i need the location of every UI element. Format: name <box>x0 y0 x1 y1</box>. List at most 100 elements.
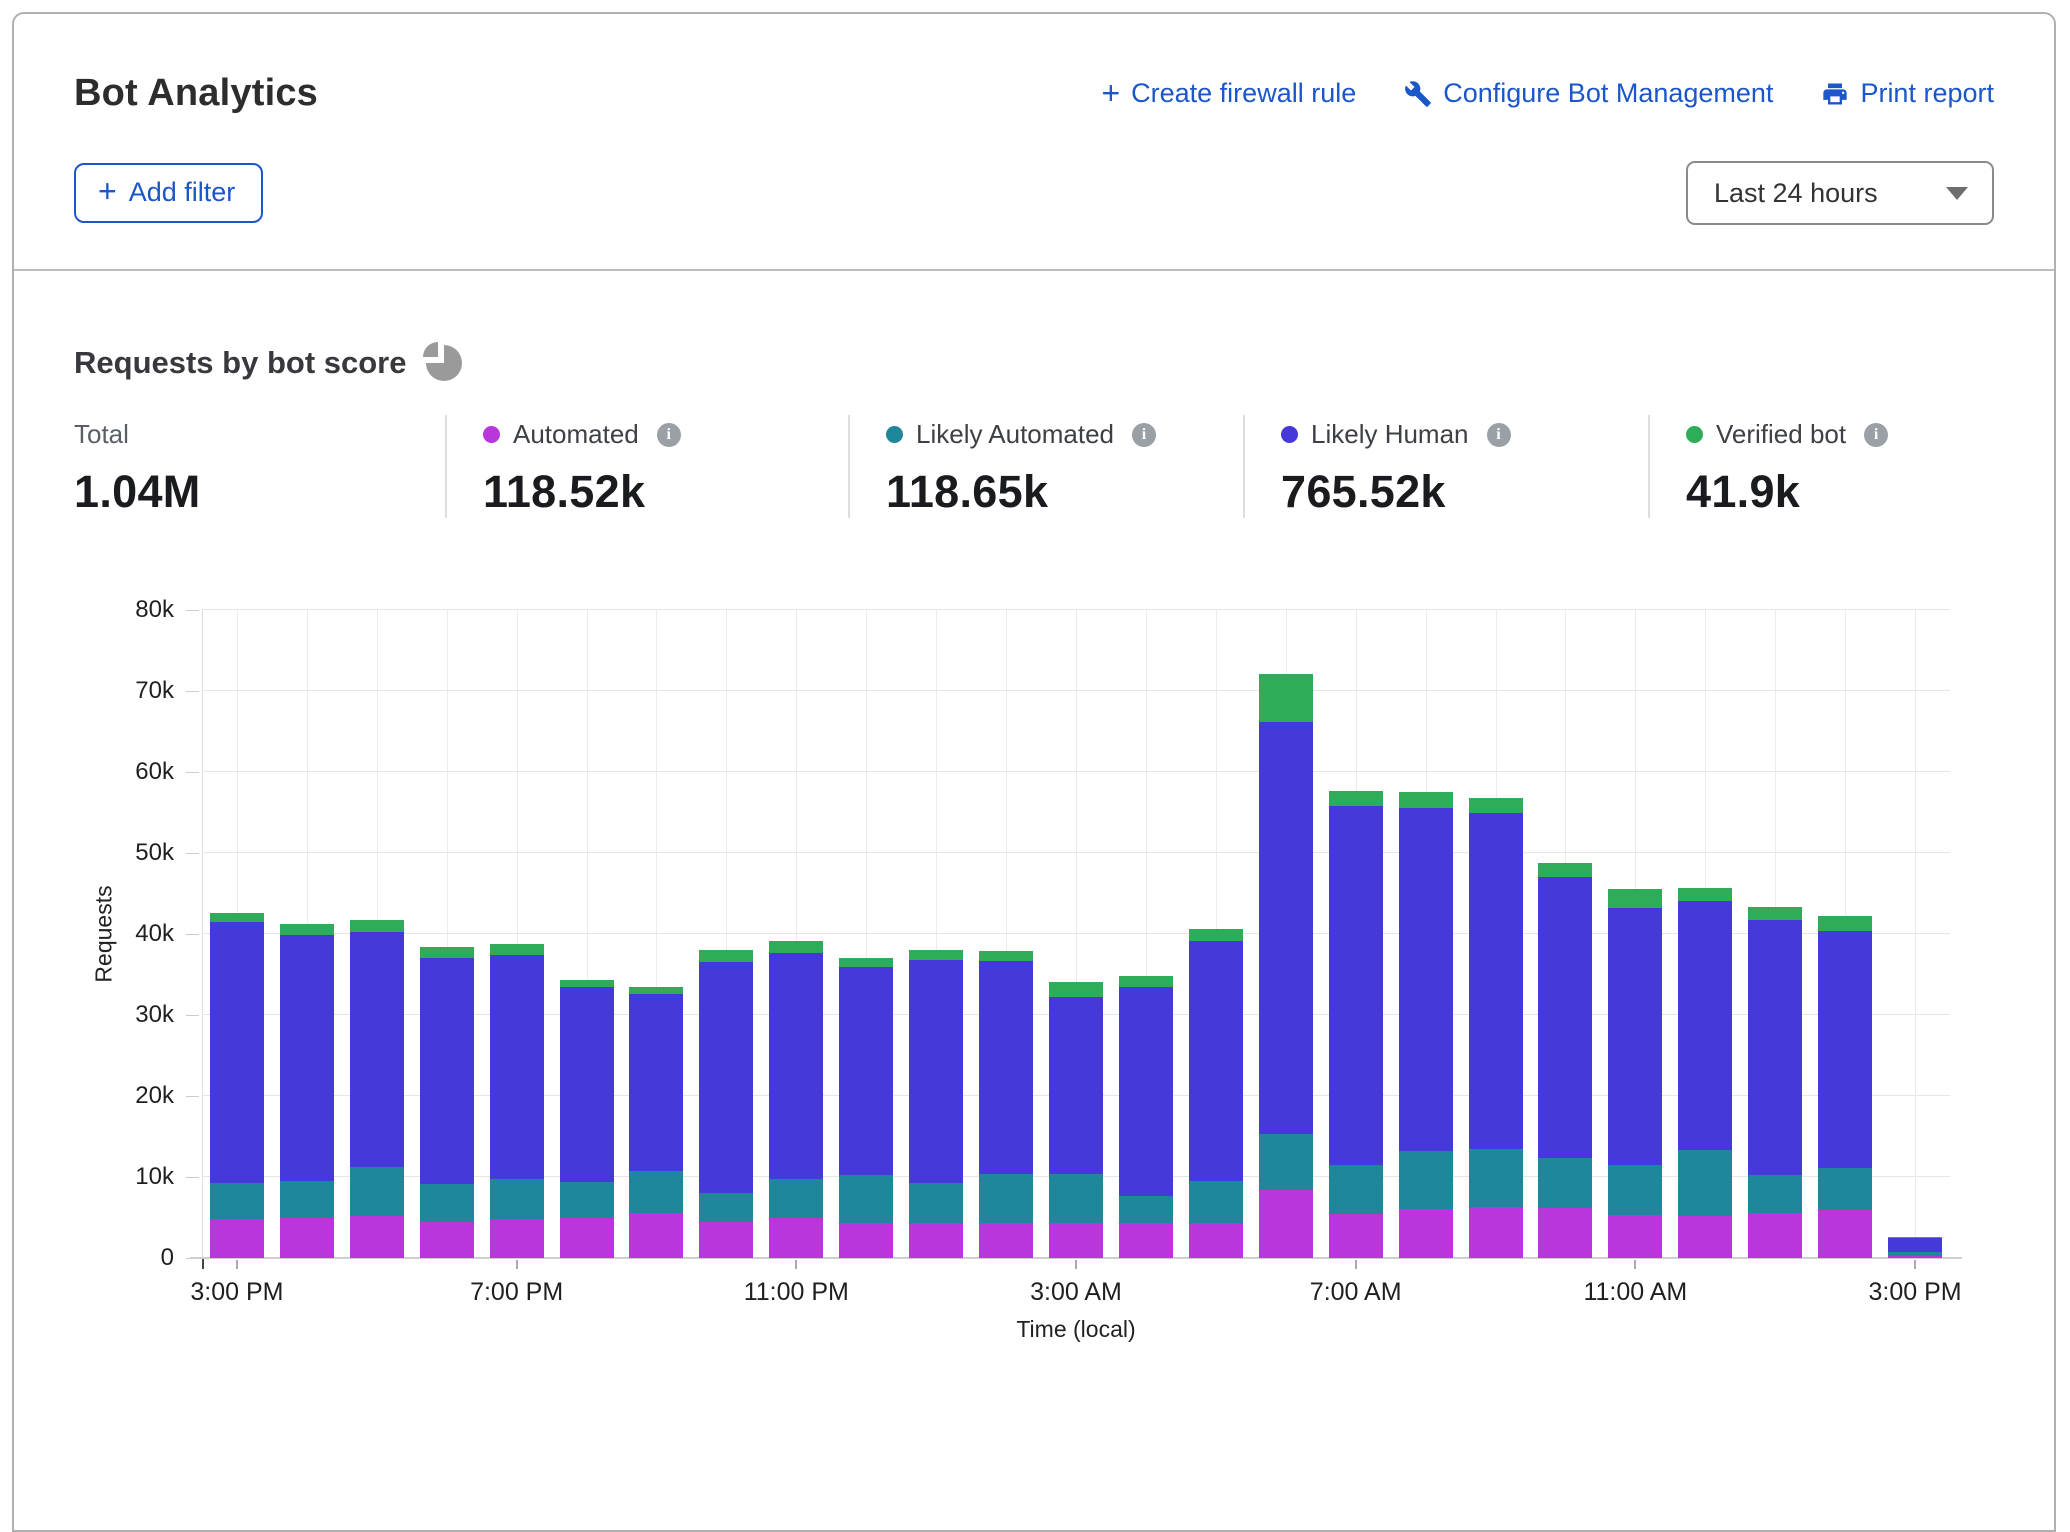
stat-value: 118.65k <box>886 466 1243 518</box>
bar-segment-verified-bot <box>769 941 823 952</box>
stacked-bar[interactable] <box>1748 907 1802 1258</box>
bar-segment-likely-automated <box>839 1175 893 1223</box>
bar-segment-automated <box>1538 1208 1592 1258</box>
bar-segment-likely-automated <box>629 1171 683 1213</box>
stacked-bar[interactable] <box>1678 888 1732 1258</box>
x-tick-mark <box>1914 1260 1916 1269</box>
stacked-bar[interactable] <box>490 944 544 1258</box>
action-label: Create firewall rule <box>1131 78 1356 109</box>
bar-segment-automated <box>839 1223 893 1258</box>
bar-segment-verified-bot <box>1678 888 1732 901</box>
stacked-bar[interactable] <box>210 913 264 1258</box>
stacked-bar[interactable] <box>1329 791 1383 1258</box>
info-icon[interactable]: i <box>1487 423 1511 447</box>
y-tick-label: 0 <box>84 1244 174 1272</box>
stacked-bar[interactable] <box>1538 863 1592 1258</box>
bar-segment-likely-human <box>699 962 753 1194</box>
stat-label: Automated <box>513 419 639 450</box>
stacked-bar[interactable] <box>909 950 963 1258</box>
bar-segment-verified-bot <box>280 924 334 935</box>
plus-icon: + <box>1101 77 1120 109</box>
bar-segment-likely-automated <box>210 1183 264 1219</box>
stacked-bar[interactable] <box>560 980 614 1258</box>
stacked-bar[interactable] <box>839 958 893 1258</box>
pie-chart-icon <box>426 345 462 381</box>
likely-automated-dot-icon <box>886 426 903 443</box>
bar-segment-likely-human <box>1119 987 1173 1195</box>
stacked-bar[interactable] <box>1259 674 1313 1258</box>
stacked-bar[interactable] <box>1818 916 1872 1258</box>
section-title: Requests by bot score <box>74 345 406 381</box>
x-tick-mark <box>1355 1260 1357 1269</box>
stacked-bar[interactable] <box>350 920 404 1258</box>
x-tick-mark <box>516 1260 518 1269</box>
chevron-down-icon <box>1946 187 1968 200</box>
bar-segment-automated <box>1049 1223 1103 1258</box>
bar-segment-automated <box>1678 1216 1732 1258</box>
stacked-bar[interactable] <box>1399 792 1453 1258</box>
verified-bot-dot-icon <box>1686 426 1703 443</box>
stacked-bar[interactable] <box>420 947 474 1258</box>
info-icon[interactable]: i <box>1864 423 1888 447</box>
info-icon[interactable]: i <box>1132 423 1156 447</box>
bar-segment-automated <box>1399 1209 1453 1258</box>
bar-segment-likely-human <box>560 987 614 1181</box>
stacked-bar[interactable] <box>1189 929 1243 1258</box>
stat-total: Total 1.04M <box>74 415 445 518</box>
x-tick-mark <box>1075 1260 1077 1269</box>
bar-segment-likely-automated <box>560 1182 614 1218</box>
bar-segment-likely-human <box>350 932 404 1167</box>
stacked-bar[interactable] <box>1049 982 1103 1258</box>
requests-by-bot-score-chart: Requests Time (local) 010k20k30k40k50k60… <box>74 558 1994 1348</box>
stacked-bar[interactable] <box>979 951 1033 1258</box>
x-tick-mark <box>795 1260 797 1269</box>
stacked-bar[interactable] <box>1608 889 1662 1258</box>
stat-value: 1.04M <box>74 466 445 518</box>
y-tick-mark <box>186 772 199 773</box>
bar-segment-likely-human <box>1888 1238 1942 1253</box>
bar-segment-automated <box>420 1222 474 1258</box>
bar-segment-likely-human <box>490 955 544 1179</box>
stat-value: 41.9k <box>1686 466 1994 518</box>
likely-human-dot-icon <box>1281 426 1298 443</box>
bar-segment-verified-bot <box>1538 863 1592 878</box>
y-tick-mark <box>186 1177 199 1178</box>
bar-segment-verified-bot <box>1469 798 1523 813</box>
y-axis-line <box>202 610 203 1258</box>
bar-segment-automated <box>350 1216 404 1258</box>
stacked-bar[interactable] <box>769 941 823 1258</box>
bar-segment-automated <box>629 1213 683 1258</box>
bar-segment-likely-human <box>839 967 893 1175</box>
info-icon[interactable]: i <box>657 423 681 447</box>
stacked-bar[interactable] <box>1888 1237 1942 1258</box>
stacked-bar[interactable] <box>1469 798 1523 1258</box>
card-body: Requests by bot score Total 1.04M Automa… <box>14 345 2054 1348</box>
stacked-bar[interactable] <box>280 924 334 1258</box>
bar-segment-likely-automated <box>1608 1165 1662 1215</box>
bar-segment-verified-bot <box>1818 916 1872 931</box>
stacked-bar[interactable] <box>629 987 683 1258</box>
bar-segment-likely-human <box>769 953 823 1179</box>
bar-segment-likely-human <box>1538 877 1592 1158</box>
bar-segment-likely-automated <box>280 1181 334 1218</box>
bar-segment-automated <box>1888 1256 1942 1258</box>
configure-bot-management-link[interactable]: Configure Bot Management <box>1404 78 1773 109</box>
time-range-select[interactable]: Last 24 hours <box>1686 161 1994 225</box>
bar-segment-verified-bot <box>490 944 544 955</box>
y-tick-mark <box>186 610 199 611</box>
stat-likely-automated: Likely Automated i 118.65k <box>848 415 1243 518</box>
add-filter-button[interactable]: + Add filter <box>74 163 263 223</box>
bar-segment-verified-bot <box>1119 976 1173 987</box>
print-report-link[interactable]: Print report <box>1821 78 1994 109</box>
create-firewall-rule-link[interactable]: + Create firewall rule <box>1101 78 1356 110</box>
action-label: Configure Bot Management <box>1443 78 1773 109</box>
x-tick-mark <box>236 1260 238 1269</box>
bar-segment-automated <box>909 1223 963 1258</box>
stacked-bar[interactable] <box>699 950 753 1258</box>
bar-segment-verified-bot <box>1189 929 1243 940</box>
bar-segment-automated <box>769 1218 823 1258</box>
y-tick-mark <box>186 1096 199 1097</box>
action-label: Print report <box>1860 78 1994 109</box>
stacked-bar[interactable] <box>1119 976 1173 1258</box>
axis-origin-tick <box>202 1259 204 1269</box>
